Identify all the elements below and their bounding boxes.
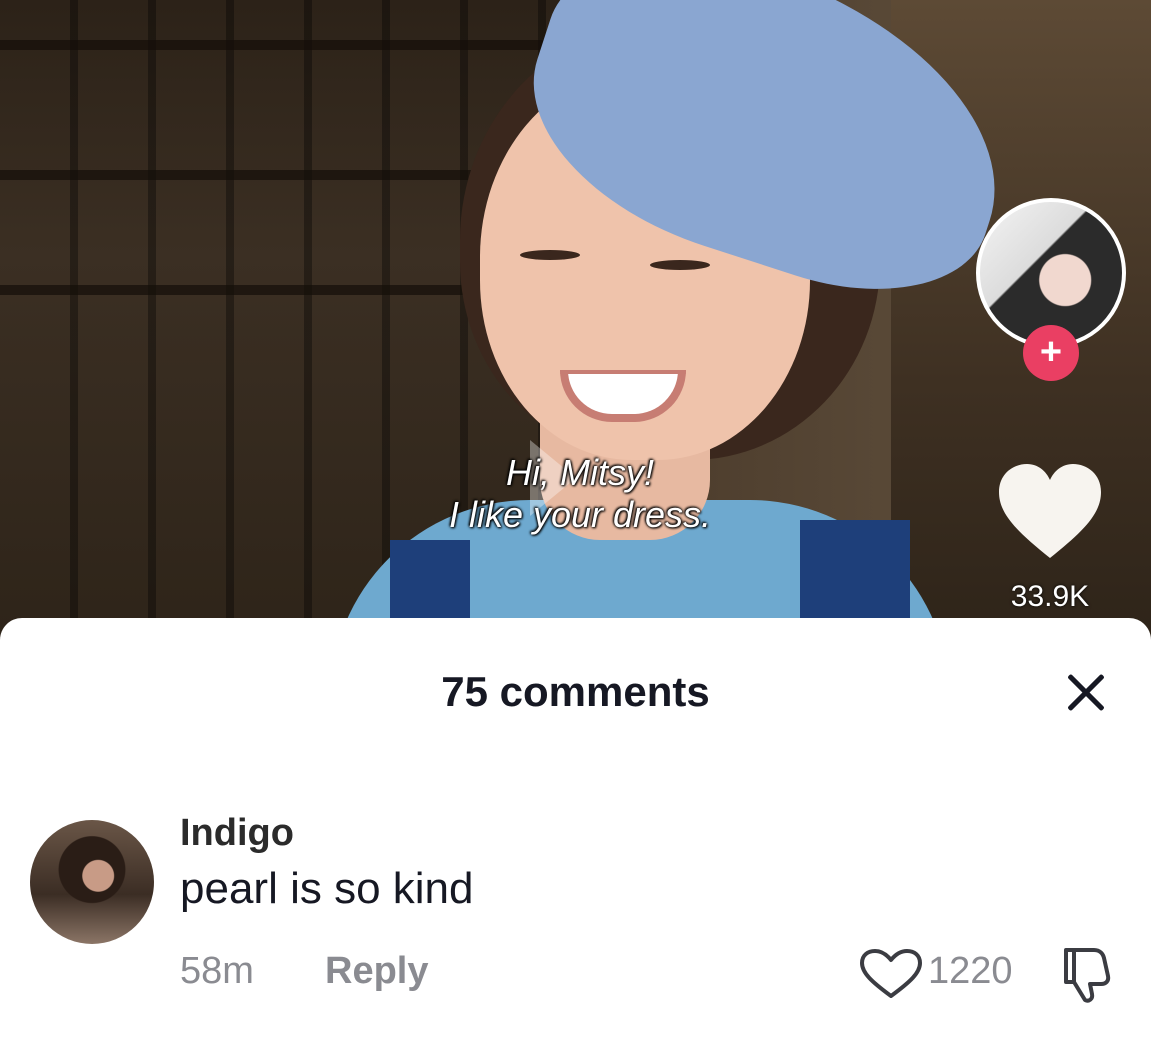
video-subtitle: Hi, Mitsy! I like your dress. (380, 452, 780, 536)
video-like-count: 33.9K (1010, 580, 1090, 613)
comment-item: Indigo pearl is so kind 58m Reply 1220 (0, 798, 1151, 1038)
follow-button[interactable]: + (1023, 325, 1079, 381)
video-subject (330, 0, 1042, 640)
close-icon[interactable] (1054, 660, 1118, 724)
comments-count-title: 75 comments (441, 668, 710, 715)
subject-eye (650, 260, 710, 270)
thumbs-down-icon[interactable] (1058, 944, 1120, 1004)
heart-outline-icon[interactable] (858, 948, 924, 1000)
subject-eye (520, 250, 580, 260)
comment-username[interactable]: Indigo (180, 812, 294, 855)
reply-button[interactable]: Reply (325, 950, 428, 993)
avatar[interactable] (30, 820, 154, 944)
comment-timestamp: 58m (180, 950, 254, 992)
subtitle-line: I like your dress. (448, 494, 712, 535)
video-player[interactable]: Hi, Mitsy! I like your dress. + 33.9K (0, 0, 1151, 640)
subtitle-line: Hi, Mitsy! (506, 452, 654, 493)
comment-like-count: 1220 (928, 950, 1013, 992)
comment-text: pearl is so kind (180, 864, 474, 913)
heart-icon[interactable] (995, 458, 1105, 568)
comments-sheet: 75 comments Indigo pearl is so kind 58m … (0, 618, 1151, 1061)
